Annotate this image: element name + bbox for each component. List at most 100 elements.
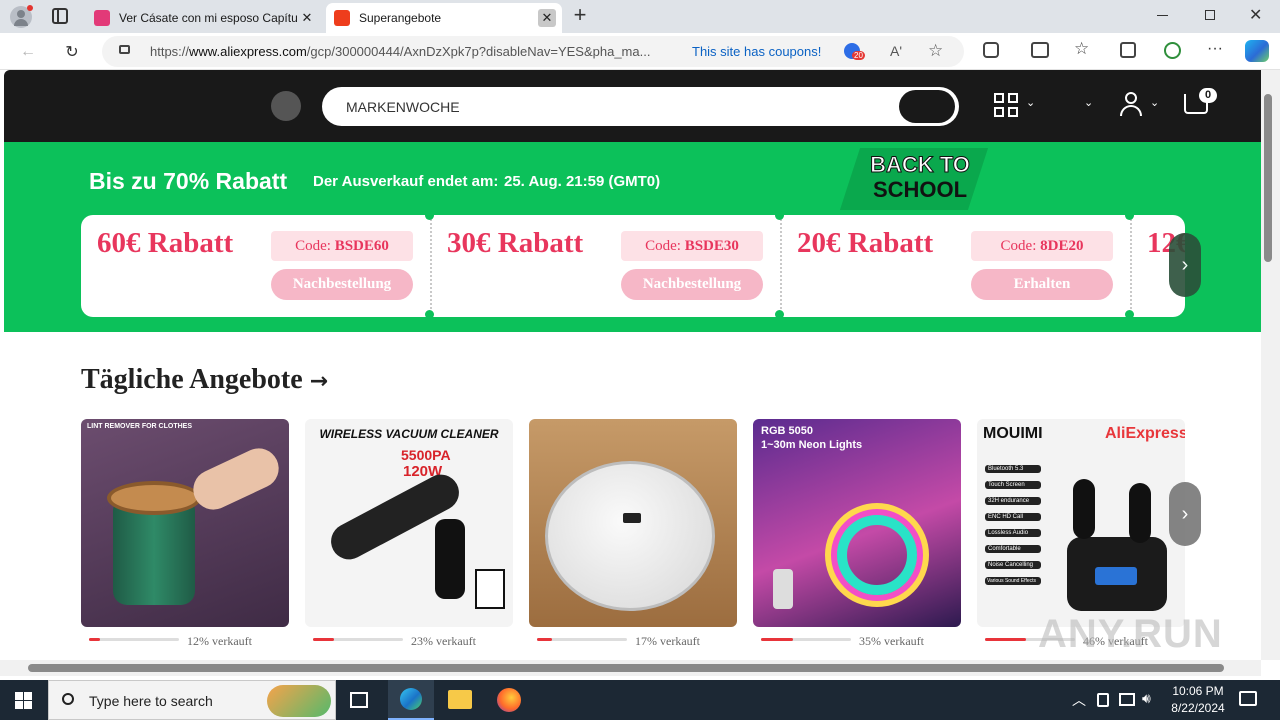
sold-progress-fill xyxy=(89,638,100,641)
new-tab-icon[interactable]: + xyxy=(570,4,590,26)
restore-icon[interactable] xyxy=(1205,10,1215,20)
arrow-right-icon[interactable]: → xyxy=(310,369,328,394)
product-card[interactable]: LINT REMOVER FOR CLOTHES 12% verkauft xyxy=(81,419,289,648)
collections-icon[interactable] xyxy=(1120,42,1136,58)
file-explorer-icon[interactable] xyxy=(448,690,472,709)
tab-superangebote[interactable]: Superangebote ✕ xyxy=(326,3,562,33)
sold-progress-fill xyxy=(313,638,334,641)
vertical-scrollbar[interactable] xyxy=(1261,70,1280,660)
deals-next-button[interactable]: › xyxy=(1169,482,1201,546)
product-image-led-strip[interactable]: RGB 5050 1~30m Neon Lights xyxy=(753,419,961,627)
back-to-school-badge: BACK TO SCHOOL xyxy=(870,152,971,203)
qr-code-icon[interactable] xyxy=(994,93,1019,118)
notifications-icon[interactable] xyxy=(1239,691,1257,706)
coupon-extension-icon[interactable]: 20 xyxy=(844,43,865,60)
site-logo[interactable] xyxy=(271,91,301,121)
favorites-icon[interactable]: ☆ xyxy=(1074,39,1089,59)
sold-percentage: 12% verkauft xyxy=(187,634,252,648)
chevron-down-icon[interactable]: ⌄ xyxy=(1150,96,1159,109)
product-image-robot-vacuum[interactable] xyxy=(529,419,737,627)
coupon-amount: 30€ Rabatt xyxy=(447,227,584,259)
coupon-get-button[interactable]: Erhalten xyxy=(971,269,1113,300)
product-image-earbuds[interactable]: MOUIMI AliExpress Bluetooth 5.3 Touch Sc… xyxy=(977,419,1185,627)
coupon-notch xyxy=(1125,211,1134,220)
coupon-reorder-button[interactable]: Nachbestellung xyxy=(621,269,763,300)
coupon-reorder-button[interactable]: Nachbestellung xyxy=(271,269,413,300)
sold-percentage: 23% verkauft xyxy=(411,634,476,648)
split-screen-icon[interactable] xyxy=(1031,42,1049,58)
search-box[interactable]: MARKENWOCHE xyxy=(322,87,959,126)
search-icon xyxy=(62,693,74,705)
account-icon[interactable] xyxy=(1120,92,1142,118)
lock-icon xyxy=(119,45,130,54)
vertical-scrollbar-thumb[interactable] xyxy=(1264,94,1272,262)
coupon-code: Code: 8DE20 xyxy=(971,231,1113,261)
coupon-strip: 60€ Rabatt Code: BSDE60 Nachbestellung 3… xyxy=(81,215,1185,317)
coupon-amount: 60€ Rabatt xyxy=(97,227,234,259)
sold-percentage: 35% verkauft xyxy=(859,634,924,648)
favorite-star-icon[interactable]: ☆ xyxy=(928,41,943,61)
edge-taskbar-button[interactable] xyxy=(388,680,434,720)
sold-percentage: 17% verkauft xyxy=(635,634,700,648)
panda-favicon-icon xyxy=(94,10,110,26)
sold-progress-bar xyxy=(313,638,403,641)
chevron-down-icon[interactable]: ⌄ xyxy=(1026,96,1035,109)
taskbar-search-placeholder[interactable]: Type here to search xyxy=(89,693,213,709)
taskbar-clock[interactable]: 10:06 PM 8/22/2024 xyxy=(1163,683,1233,717)
product-card[interactable]: 17% verkauft xyxy=(529,419,737,648)
coupon-notice[interactable]: This site has coupons! xyxy=(692,44,821,59)
url-text[interactable]: https://www.aliexpress.com/gcp/300000444… xyxy=(150,44,680,59)
promo-title: Bis zu 70% Rabatt xyxy=(89,168,288,194)
search-highlight-icon xyxy=(267,685,331,717)
feature-list: Bluetooth 5.3 Touch Screen 32H endurance… xyxy=(985,465,1041,585)
daily-deals-title[interactable]: Tägliche Angebote → xyxy=(81,364,328,396)
product-card[interactable]: MOUIMI AliExpress Bluetooth 5.3 Touch Sc… xyxy=(977,419,1185,648)
search-button[interactable] xyxy=(899,90,955,123)
product-image-vacuum[interactable]: WIRELESS VACUUM CLEANER 5500PA 120W xyxy=(305,419,513,627)
extensions-icon[interactable] xyxy=(983,42,999,58)
chevron-down-icon[interactable]: ⌄ xyxy=(1084,96,1093,109)
windows-start-icon[interactable] xyxy=(15,692,32,709)
coupon-card: 30€ Rabatt Code: BSDE30 Nachbestellung xyxy=(431,215,781,317)
product-card[interactable]: WIRELESS VACUUM CLEANER 5500PA 120W 23% … xyxy=(305,419,513,648)
sold-progress-fill xyxy=(985,638,1027,641)
coupon-next-button[interactable]: › xyxy=(1169,233,1201,297)
close-tab-icon[interactable]: ✕ xyxy=(298,9,316,27)
back-icon[interactable]: ← xyxy=(16,40,40,64)
volume-icon[interactable]: 🔊︎ xyxy=(1142,690,1151,707)
close-tab-icon[interactable]: ✕ xyxy=(538,9,556,27)
product-image-lint-remover[interactable]: LINT REMOVER FOR CLOTHES xyxy=(81,419,289,627)
coupon-amount: 20€ Rabatt xyxy=(797,227,934,259)
coupon-notch xyxy=(425,211,434,220)
coupon-card: 20€ Rabatt Code: 8DE20 Erhalten xyxy=(781,215,1131,317)
close-window-icon[interactable]: ✕ xyxy=(1249,5,1262,25)
coupon-code: Code: BSDE30 xyxy=(621,231,763,261)
browser-essentials-icon[interactable] xyxy=(1164,42,1181,59)
tab-drama[interactable]: Ver Cásate con mi esposo Capítu ✕ xyxy=(86,3,322,33)
read-aloud-icon[interactable]: Aʹ xyxy=(890,43,902,59)
address-bar[interactable]: https://www.aliexpress.com/gcp/300000444… xyxy=(102,36,964,67)
profile-avatar-icon[interactable] xyxy=(10,5,33,28)
tab-actions-icon[interactable] xyxy=(52,8,68,24)
more-menu-icon[interactable]: ··· xyxy=(1207,40,1223,58)
webpage: MARKENWOCHE ⌄ ⌄ ⌄ 0 Bis zu 70% Rabatt De… xyxy=(4,70,1261,660)
copilot-icon[interactable] xyxy=(1245,40,1269,62)
device-icon[interactable] xyxy=(1097,693,1109,707)
coupon-notch xyxy=(1125,310,1134,319)
product-card[interactable]: RGB 5050 1~30m Neon Lights 35% verkauft xyxy=(753,419,961,648)
chevron-up-icon[interactable]: ︿ xyxy=(1072,690,1086,710)
horizontal-scrollbar-thumb[interactable] xyxy=(28,664,1224,672)
network-icon[interactable] xyxy=(1119,693,1135,706)
firefox-icon[interactable] xyxy=(497,688,521,712)
sale-ends-label: Der Ausverkauf endet am: xyxy=(313,173,499,190)
minimize-icon[interactable] xyxy=(1157,15,1168,16)
sale-ends-date: 25. Aug. 21:59 (GMT0) xyxy=(504,173,661,190)
horizontal-scrollbar[interactable] xyxy=(0,660,1261,676)
browser-tab-strip: Ver Cásate con mi esposo Capítu ✕ Supera… xyxy=(0,0,1280,33)
task-view-icon[interactable] xyxy=(350,692,368,708)
refresh-icon[interactable]: ↻ xyxy=(60,40,84,64)
search-input[interactable]: MARKENWOCHE xyxy=(346,99,460,115)
tab-title: Ver Cásate con mi esposo Capítu xyxy=(119,11,298,25)
cart-count-badge: 0 xyxy=(1199,88,1217,103)
taskbar-search[interactable]: Type here to search xyxy=(48,680,336,720)
